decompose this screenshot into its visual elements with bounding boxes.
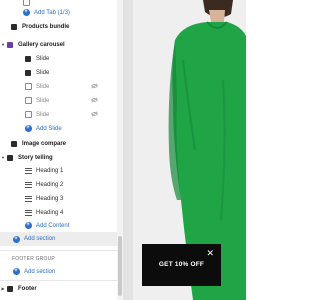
slide-item-hidden[interactable]: Slide	[0, 80, 118, 93]
theme-editor-sidebar: + Add Tab (1/3) Products bundle ▼ Galler…	[0, 0, 120, 300]
add-content-button[interactable]: + Add Content	[0, 219, 118, 232]
footer-icon	[6, 285, 14, 293]
text-lines-icon	[24, 195, 32, 203]
add-tab-label: Add Tab (1/3)	[34, 9, 70, 16]
heading-block[interactable]: Heading 3	[0, 192, 118, 205]
section-footer-label: Footer	[18, 285, 37, 292]
slide-label: Slide	[36, 69, 50, 76]
text-lines-icon	[24, 209, 32, 217]
sidebar-scrollbar-thumb[interactable]	[118, 236, 122, 296]
close-icon[interactable]: ✕	[206, 249, 214, 258]
slide-icon	[24, 97, 32, 105]
slide-label: Slide	[36, 83, 50, 90]
add-circle-icon: +	[24, 222, 32, 229]
footer-add-section-button[interactable]: + Add section	[0, 265, 118, 278]
add-content-label: Add Content	[36, 222, 70, 229]
slide-item-hidden[interactable]: Slide	[0, 94, 118, 107]
heading-block[interactable]: Heading 4	[0, 206, 118, 219]
add-circle-icon: +	[12, 235, 20, 243]
section-story-telling-label: Story telling	[18, 154, 53, 161]
section-products-bundle[interactable]: Products bundle	[0, 20, 118, 33]
slide-icon	[24, 69, 32, 77]
slide-label: Slide	[36, 111, 50, 118]
add-slide-button[interactable]: + Add Slide	[0, 122, 118, 135]
add-section-button[interactable]: + Add section	[0, 232, 118, 246]
story-icon	[6, 154, 14, 162]
slide-icon	[24, 55, 32, 63]
slide-item[interactable]: Slide	[0, 52, 118, 65]
heading-label: Heading 4	[36, 209, 64, 216]
divider	[0, 250, 120, 251]
heading-label: Heading 2	[36, 181, 64, 188]
hidden-eye-icon[interactable]	[91, 83, 98, 89]
section-image-compare[interactable]: Image compare	[0, 137, 118, 150]
add-section-label: Add section	[24, 236, 56, 242]
section-gallery-carousel-label: Gallery carousel	[18, 41, 65, 48]
add-circle-icon: +	[24, 125, 32, 132]
gallery-icon	[6, 41, 14, 49]
slide-icon	[24, 83, 32, 91]
promo-popup[interactable]: ✕ GET 10% OFF	[142, 244, 221, 286]
add-circle-icon: +	[22, 9, 30, 16]
hidden-eye-icon[interactable]	[91, 97, 98, 103]
add-slide-label: Add Slide	[36, 125, 62, 132]
footer-add-section-label: Add section	[24, 268, 56, 275]
heading-label: Heading 1	[36, 167, 64, 174]
slide-item[interactable]: Slide	[0, 66, 118, 79]
section-gallery-carousel[interactable]: ▼ Gallery carousel	[0, 38, 118, 51]
hidden-eye-icon[interactable]	[91, 111, 98, 117]
slide-label: Slide	[36, 97, 50, 104]
section-icon	[10, 23, 18, 31]
slide-icon	[24, 111, 32, 119]
slide-label: Slide	[36, 55, 50, 62]
section-story-telling[interactable]: ▼ Story telling	[0, 151, 118, 164]
section-products-bundle-label: Products bundle	[22, 23, 70, 30]
footer-group-label: FOOTER GROUP	[12, 256, 55, 262]
section-image-compare-label: Image compare	[22, 140, 67, 147]
slide-item-hidden[interactable]: Slide	[0, 108, 118, 121]
heading-block[interactable]: Heading 2	[0, 178, 118, 191]
add-circle-icon: +	[12, 268, 20, 275]
heading-label: Heading 3	[36, 195, 64, 202]
image-compare-icon	[10, 140, 18, 148]
divider	[0, 280, 120, 281]
add-tab-button[interactable]: + Add Tab (1/3)	[0, 6, 118, 19]
text-lines-icon	[24, 167, 32, 175]
text-lines-icon	[24, 181, 32, 189]
section-footer[interactable]: ▶ Footer	[0, 282, 118, 295]
promo-text[interactable]: GET 10% OFF	[142, 261, 221, 268]
heading-block[interactable]: Heading 1	[0, 164, 118, 177]
